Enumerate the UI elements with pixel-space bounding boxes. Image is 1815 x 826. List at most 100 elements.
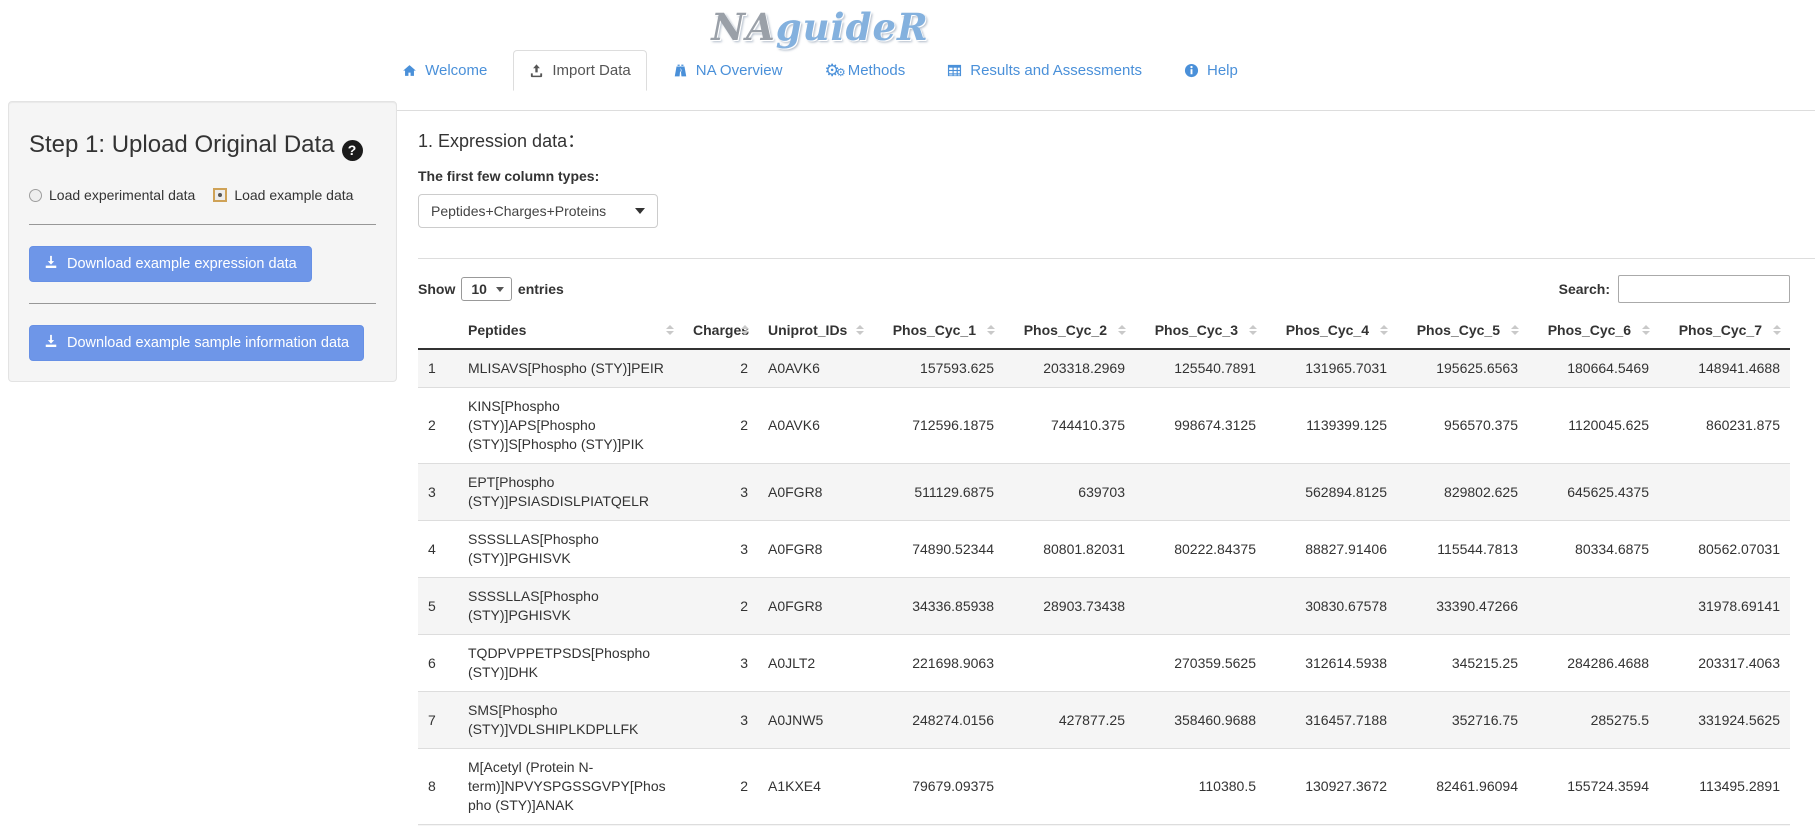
- tab-label: Results and Assessments: [970, 62, 1142, 79]
- peptide-cell: SMS[Phospho (STY)]VDLSHIPLKDPLLFK: [458, 692, 683, 749]
- value-cell: 34336.85938: [873, 578, 1004, 635]
- datatable-controls: Show 10 entries Search:: [418, 275, 1790, 303]
- table-header-row: PeptidesChargesUniprot_IDsPhos_Cyc_1 Phos…: [418, 312, 1790, 349]
- chevron-down-icon: [496, 287, 504, 292]
- sort-icon: [1511, 325, 1519, 335]
- column-header-label: Phos_Cyc_5: [1417, 322, 1500, 338]
- download-expression-label: Download example expression data: [67, 256, 297, 272]
- row-number-cell: 5: [418, 578, 458, 635]
- value-cell: 80222.84375: [1135, 521, 1266, 578]
- row-number-cell: 3: [418, 464, 458, 521]
- nav-tabs: WelcomeImport Data NA Overview ⚙⚙ Methods Re…: [0, 50, 1640, 91]
- value-cell: 744410.375: [1004, 388, 1135, 464]
- table-row: 4SSSSLLAS[Phospho (STY)]PGHISVK3A0FGR874…: [418, 521, 1790, 578]
- value-cell: [1135, 578, 1266, 635]
- peptide-cell: SSSSLLAS[Phospho (STY)]PGHISVK: [458, 521, 683, 578]
- value-cell: 645625.4375: [1528, 464, 1659, 521]
- sort-icon: [1118, 325, 1126, 335]
- sort-icon: [1249, 325, 1257, 335]
- table-row: 2KINS[Phospho (STY)]APS[Phospho (STY)]S[…: [418, 388, 1790, 464]
- column-header-phos_cyc_6[interactable]: Phos_Cyc_6: [1528, 312, 1659, 349]
- row-number-cell: 8: [418, 749, 458, 825]
- column-header-phos_cyc_4[interactable]: Phos_Cyc_4: [1266, 312, 1397, 349]
- tab-welcome[interactable]: Welcome: [386, 50, 503, 91]
- table-row: 1MLISAVS[Phospho (STY)]PEIR2A0AVK6157593…: [418, 349, 1790, 388]
- charges-cell: 2: [683, 349, 758, 388]
- table-row: 7SMS[Phospho (STY)]VDLSHIPLKDPLLFK3A0JNW…: [418, 692, 1790, 749]
- column-header-phos_cyc_1[interactable]: Phos_Cyc_1: [873, 312, 1004, 349]
- download-expression-data-button[interactable]: Download example expression data: [29, 246, 312, 282]
- value-cell: 203317.4063: [1659, 635, 1790, 692]
- value-cell: 155724.3594: [1528, 749, 1659, 825]
- radio-load-example-data[interactable]: Load example data: [213, 187, 353, 203]
- column-header-uniprot_ids[interactable]: Uniprot_IDs: [758, 312, 873, 349]
- question-circle-icon[interactable]: ?: [342, 140, 363, 161]
- value-cell: 284286.4688: [1528, 635, 1659, 692]
- gears-icon: ⚙⚙: [824, 63, 839, 78]
- value-cell: 312614.5938: [1266, 635, 1397, 692]
- table-row: 6TQDPVPPETPSDS[Phospho (STY)]DHK3A0JLT22…: [418, 635, 1790, 692]
- entries-label: entries: [518, 281, 564, 297]
- value-cell: 88827.91406: [1266, 521, 1397, 578]
- logo-text-na: NA: [711, 5, 776, 49]
- column-header-phos_cyc_2[interactable]: Phos_Cyc_2: [1004, 312, 1135, 349]
- value-cell: 248274.0156: [873, 692, 1004, 749]
- charges-cell: 2: [683, 578, 758, 635]
- column-header-label: Phos_Cyc_3: [1155, 322, 1238, 338]
- column-types-select[interactable]: Peptides+Charges+Proteins: [418, 194, 658, 228]
- value-cell: [1004, 635, 1135, 692]
- value-cell: 562894.8125: [1266, 464, 1397, 521]
- value-cell: 221698.9063: [873, 635, 1004, 692]
- table-row: 5SSSSLLAS[Phospho (STY)]PGHISVK2A0FGR834…: [418, 578, 1790, 635]
- value-cell: 860231.875: [1659, 388, 1790, 464]
- column-header-peptides[interactable]: Peptides: [458, 312, 683, 349]
- tab-na-overview[interactable]: NA Overview: [657, 50, 799, 91]
- charges-cell: 3: [683, 692, 758, 749]
- search-input[interactable]: [1618, 275, 1790, 303]
- column-header-label: Phos_Cyc_4: [1286, 322, 1369, 338]
- uniprot-cell: A0AVK6: [758, 388, 873, 464]
- page-length-select[interactable]: 10: [461, 277, 512, 301]
- peptide-cell: TQDPVPPETPSDS[Phospho (STY)]DHK: [458, 635, 683, 692]
- value-cell: 998674.3125: [1135, 388, 1266, 464]
- radio-load-experimental-data[interactable]: Load experimental data: [29, 187, 195, 203]
- charges-cell: 2: [683, 749, 758, 825]
- download-sample-info-button[interactable]: Download example sample information data: [29, 325, 364, 361]
- column-header-charges[interactable]: Charges: [683, 312, 758, 349]
- value-cell: 80334.6875: [1528, 521, 1659, 578]
- value-cell: 82461.96094: [1397, 749, 1528, 825]
- charges-cell: 2: [683, 388, 758, 464]
- tab-help[interactable]: Help: [1168, 50, 1254, 91]
- sort-icon: [1380, 325, 1388, 335]
- value-cell: 74890.52344: [873, 521, 1004, 578]
- sort-icon: [1773, 325, 1781, 335]
- charges-cell: 3: [683, 464, 758, 521]
- column-header-phos_cyc_5[interactable]: Phos_Cyc_5: [1397, 312, 1528, 349]
- show-label: Show: [418, 281, 455, 297]
- radio-label: Load example data: [234, 187, 353, 203]
- column-header-label: Phos_Cyc_2: [1024, 322, 1107, 338]
- peptide-cell: KINS[Phospho (STY)]APS[Phospho (STY)]S[P…: [458, 388, 683, 464]
- radio-selected-icon: [213, 188, 227, 202]
- tab-results-and-assessments[interactable]: Results and Assessments: [931, 50, 1158, 91]
- value-cell: 110380.5: [1135, 749, 1266, 825]
- section-title: 1. Expression data：: [418, 127, 1815, 153]
- value-cell: 712596.1875: [873, 388, 1004, 464]
- table-row: 8M[Acetyl (Protein N-term)]NPVYSPGSSGVPY…: [418, 749, 1790, 825]
- value-cell: 28903.73438: [1004, 578, 1135, 635]
- table-search: Search:: [1559, 275, 1790, 303]
- data-source-radio-group: Load experimental data Load example data: [29, 187, 376, 203]
- tab-label: Methods: [848, 62, 906, 79]
- tab-import-data[interactable]: Import Data: [513, 50, 646, 91]
- value-cell: 829802.625: [1397, 464, 1528, 521]
- charges-cell: 3: [683, 521, 758, 578]
- info-icon: [1184, 63, 1199, 78]
- value-cell: 125540.7891: [1135, 349, 1266, 388]
- value-cell: 30830.67578: [1266, 578, 1397, 635]
- tab-methods[interactable]: ⚙⚙ Methods: [808, 50, 921, 91]
- column-header-phos_cyc_7[interactable]: Phos_Cyc_7: [1659, 312, 1790, 349]
- app-header: NAguideR WelcomeImport DataNA Overview⚙⚙…: [0, 0, 1640, 91]
- uniprot-cell: A0FGR8: [758, 521, 873, 578]
- column-header-phos_cyc_3[interactable]: Phos_Cyc_3: [1135, 312, 1266, 349]
- uniprot-cell: A0JLT2: [758, 635, 873, 692]
